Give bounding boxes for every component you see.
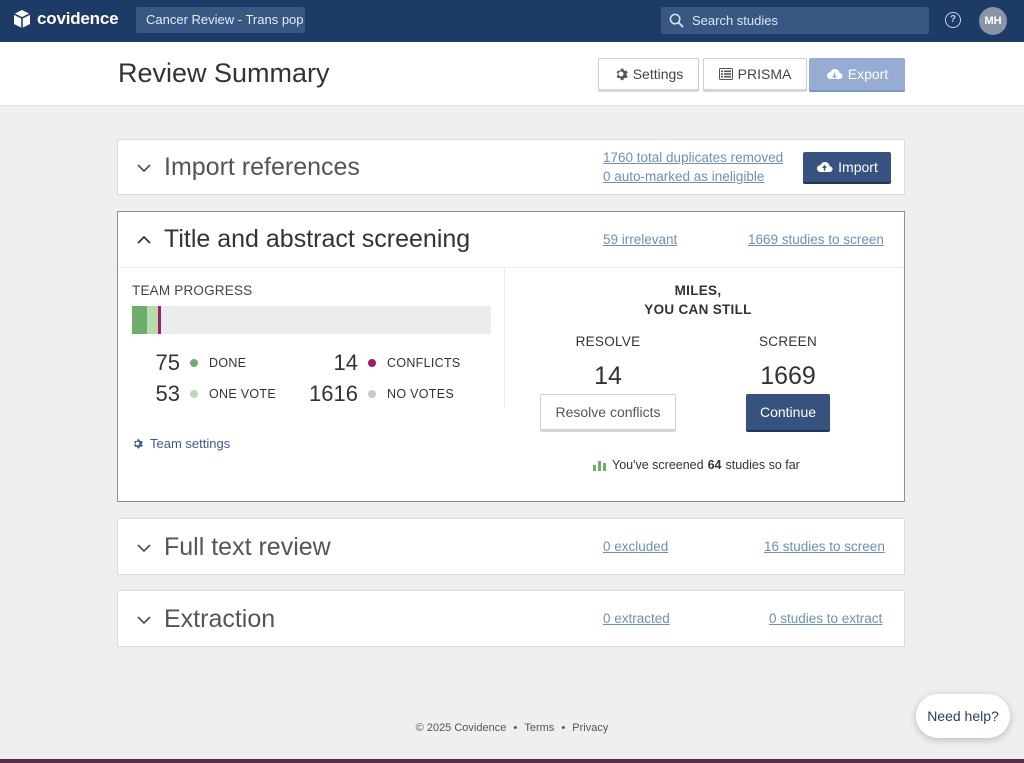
footer-separator: •	[561, 722, 566, 734]
screened-summary: You've screened 64 studies so far	[593, 458, 800, 472]
terms-link[interactable]: Terms	[524, 722, 554, 734]
top-navbar: covidence Cancer Review - Trans pop ? MH	[0, 0, 1024, 42]
screened-prefix: You've screened	[612, 458, 704, 472]
one-vote-label: ONE VOTE	[209, 387, 276, 401]
done-dot	[190, 359, 198, 367]
chevron-down-icon[interactable]	[136, 160, 152, 176]
gear-icon	[614, 67, 628, 81]
progress-one-vote-segment	[147, 306, 159, 334]
continue-button[interactable]: Continue	[746, 394, 830, 430]
conflicts-stat: 14 CONFLICTS	[298, 350, 461, 376]
title-abstract-screening-card: Title and abstract screening 59 irreleva…	[117, 211, 905, 502]
screen-label: SCREEN	[758, 334, 818, 349]
covidence-box-icon	[13, 10, 31, 28]
search-input[interactable]	[692, 13, 912, 28]
settings-button[interactable]: Settings	[598, 58, 699, 90]
prisma-label: PRISMA	[737, 66, 792, 82]
team-progress-bar	[132, 306, 491, 334]
covidence-logo[interactable]: covidence	[12, 9, 119, 29]
screened-suffix: studies so far	[725, 458, 800, 472]
settings-label: Settings	[632, 66, 684, 82]
excluded-link[interactable]: 0 excluded	[603, 539, 668, 554]
team-progress-label: TEAM PROGRESS	[132, 283, 253, 298]
no-votes-count: 1616	[309, 381, 358, 406]
export-label: Export	[847, 66, 889, 82]
search-box[interactable]	[661, 7, 929, 34]
resolve-conflicts-button[interactable]: Resolve conflicts	[540, 394, 676, 430]
divider	[504, 268, 505, 408]
screened-count: 64	[707, 458, 722, 472]
divider	[118, 267, 904, 268]
team-settings-label: Team settings	[150, 436, 231, 451]
greeting: MILES, YOU CAN STILL	[598, 281, 798, 319]
footer: © 2025 Covidence • Terms • Privacy	[0, 722, 1024, 734]
resolve-count: 14	[594, 362, 622, 390]
need-help-button[interactable]: Need help?	[916, 694, 1010, 738]
chevron-up-icon[interactable]	[136, 232, 152, 248]
resolve-label: RESOLVE	[575, 334, 641, 349]
screen-count: 1669	[760, 362, 816, 390]
full-text-review-card: Full text review 0 excluded 16 studies t…	[117, 518, 905, 575]
privacy-link[interactable]: Privacy	[572, 722, 608, 734]
done-label: DONE	[209, 356, 247, 370]
list-icon	[718, 68, 733, 80]
one-vote-stat: 53 ONE VOTE	[132, 381, 276, 407]
full-text-review-title[interactable]: Full text review	[164, 533, 331, 562]
greeting-subtitle: YOU CAN STILL	[644, 302, 752, 317]
export-button[interactable]: Export	[809, 58, 905, 90]
extraction-card: Extraction 0 extracted 0 studies to extr…	[117, 590, 905, 647]
avatar[interactable]: MH	[979, 7, 1007, 35]
greeting-name: MILES,	[674, 283, 722, 298]
one-vote-count: 53	[155, 381, 180, 406]
no-votes-stat: 1616 NO VOTES	[298, 381, 454, 407]
screening-title[interactable]: Title and abstract screening	[164, 225, 470, 254]
import-label: Import	[838, 159, 878, 175]
one-vote-dot	[190, 390, 198, 398]
team-settings-link[interactable]: Team settings	[132, 436, 230, 451]
auto-ineligible-link[interactable]: 0 auto-marked as ineligible	[603, 169, 764, 184]
copyright: © 2025 Covidence	[415, 722, 507, 734]
extracted-link[interactable]: 0 extracted	[603, 611, 670, 626]
studies-to-screen-link[interactable]: 1669 studies to screen	[748, 232, 884, 247]
page-title: Review Summary	[118, 58, 330, 88]
review-name-button[interactable]: Cancer Review - Trans pop	[136, 7, 305, 33]
conflicts-dot	[368, 359, 376, 367]
no-votes-label: NO VOTES	[387, 387, 454, 401]
import-button[interactable]: Import	[803, 152, 891, 182]
chevron-down-icon[interactable]	[136, 612, 152, 628]
chevron-down-icon[interactable]	[136, 540, 152, 556]
done-stat: 75 DONE	[132, 350, 247, 376]
no-votes-dot	[368, 390, 376, 398]
cloud-upload-icon	[816, 161, 833, 174]
search-icon	[669, 13, 684, 28]
bar-chart-icon	[593, 459, 606, 471]
import-references-card: Import references 1760 total duplicates …	[117, 139, 905, 195]
duplicates-removed-link[interactable]: 1760 total duplicates removed	[603, 150, 783, 165]
done-count: 75	[155, 350, 180, 375]
studies-to-extract-link[interactable]: 0 studies to extract	[769, 611, 882, 626]
conflicts-count: 14	[333, 350, 358, 375]
gear-icon	[132, 438, 143, 449]
cloud-download-icon	[826, 68, 843, 81]
irrelevant-link[interactable]: 59 irrelevant	[603, 232, 677, 247]
progress-done-segment	[132, 306, 148, 334]
progress-conflicts-segment	[158, 306, 162, 334]
footer-separator: •	[513, 722, 518, 734]
bottom-strip	[0, 759, 1024, 763]
extraction-title[interactable]: Extraction	[164, 605, 275, 634]
brand-name: covidence	[37, 9, 119, 28]
page-header: Review Summary Settings PRISMA Export	[0, 42, 1024, 106]
conflicts-label: CONFLICTS	[387, 356, 461, 370]
import-references-title[interactable]: Import references	[164, 153, 360, 182]
help-icon[interactable]: ?	[945, 12, 961, 28]
prisma-button[interactable]: PRISMA	[703, 58, 807, 90]
full-text-to-screen-link[interactable]: 16 studies to screen	[764, 539, 885, 554]
